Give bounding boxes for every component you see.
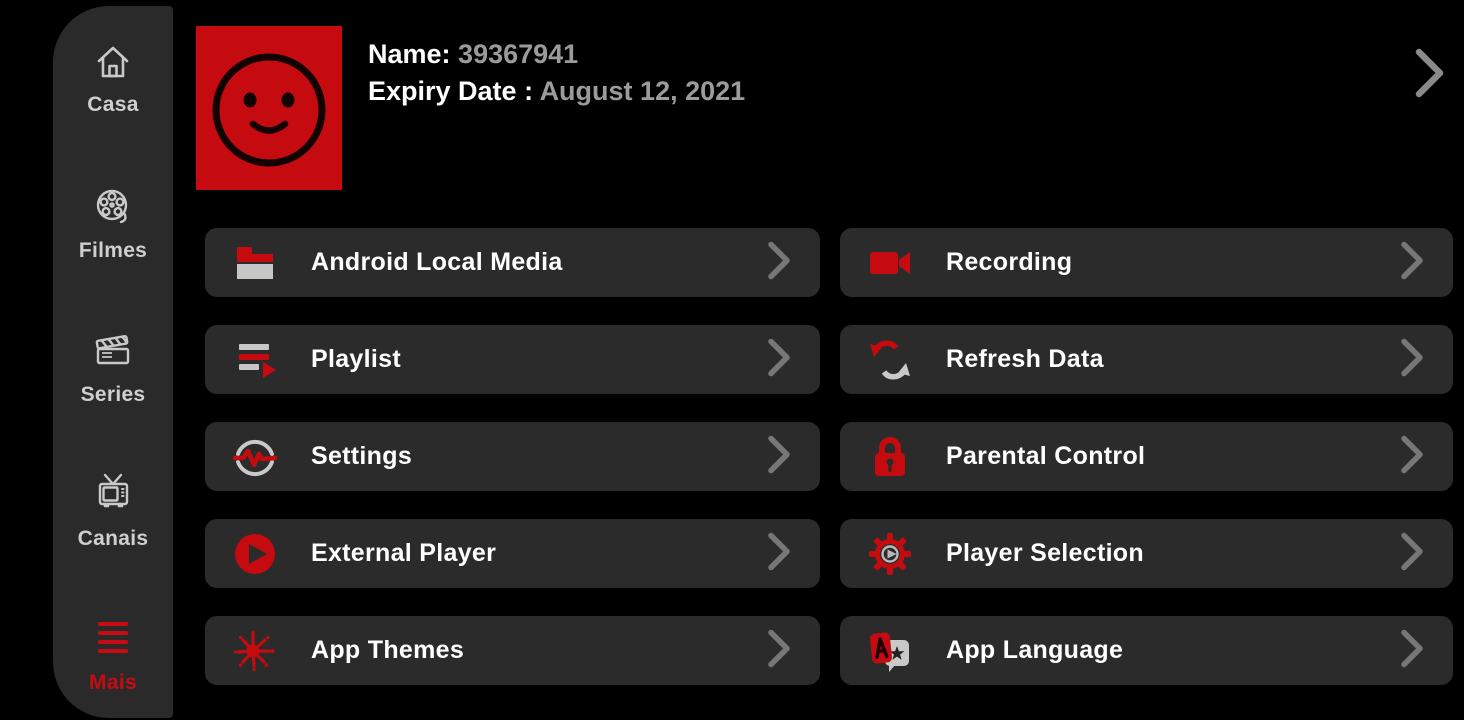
- tile-settings[interactable]: Settings: [205, 422, 820, 491]
- smiley-face-icon: [212, 53, 326, 167]
- chevron-right-icon: [766, 239, 794, 286]
- tile-label: Player Selection: [946, 539, 1144, 567]
- tile-label: App Themes: [311, 636, 465, 664]
- translate-icon: [868, 629, 912, 673]
- home-icon: [91, 42, 135, 87]
- chevron-right-icon: [1399, 336, 1427, 383]
- playlist-icon: [233, 338, 277, 382]
- sidebar-item-label: Mais: [89, 671, 137, 694]
- name-label: Name:: [368, 39, 451, 69]
- lock-icon: [868, 435, 912, 479]
- tile-label: Android Local Media: [311, 248, 563, 276]
- sidebar-item-filmes[interactable]: Filmes: [53, 186, 173, 263]
- clapperboard-icon: [90, 330, 136, 377]
- folder-icon: [233, 241, 277, 285]
- account-expiry-row: Expiry Date : August 12, 2021: [368, 73, 745, 110]
- sidebar-item-canais[interactable]: Canais: [53, 472, 173, 551]
- tv-icon: [90, 472, 136, 521]
- chevron-right-icon: [766, 627, 794, 674]
- account-name-row: Name: 39367941: [368, 36, 745, 73]
- sidebar-item-label: Canais: [77, 527, 149, 550]
- tile-label: App Language: [946, 636, 1124, 664]
- chevron-right-icon: [766, 433, 794, 480]
- tile-label: Settings: [311, 442, 413, 470]
- sidebar-item-mais[interactable]: Mais: [53, 618, 173, 695]
- video-camera-icon: [868, 241, 912, 285]
- tile-app-themes[interactable]: App Themes: [205, 616, 820, 685]
- expiry-label: Expiry Date :: [368, 76, 534, 106]
- sidebar-item-series[interactable]: Series: [53, 330, 173, 407]
- sidebar-item-label: Series: [80, 383, 146, 406]
- tile-label: External Player: [311, 539, 497, 567]
- sidebar-item-casa[interactable]: Casa: [53, 42, 173, 117]
- avatar[interactable]: [196, 26, 342, 190]
- sidebar-item-label: Filmes: [78, 239, 148, 262]
- chevron-right-icon: [1399, 530, 1427, 577]
- paint-splash-icon: [233, 629, 277, 673]
- film-reel-icon: [91, 186, 135, 233]
- chevron-right-icon: [766, 336, 794, 383]
- tile-player-selection[interactable]: Player Selection: [840, 519, 1453, 588]
- tile-label: Refresh Data: [946, 345, 1104, 373]
- expiry-value: August 12, 2021: [539, 76, 746, 106]
- refresh-icon: [868, 338, 912, 382]
- tile-refresh-data[interactable]: Refresh Data: [840, 325, 1453, 394]
- menu-grid: Android Local Media Recording Playlist R…: [205, 228, 1453, 685]
- tile-recording[interactable]: Recording: [840, 228, 1453, 297]
- tile-app-language[interactable]: App Language: [840, 616, 1453, 685]
- menu-icon: [90, 618, 136, 665]
- chevron-right-icon: [1399, 433, 1427, 480]
- chevron-right-icon: [766, 530, 794, 577]
- play-circle-icon: [233, 532, 277, 576]
- tile-label: Recording: [946, 248, 1073, 276]
- tile-label: Parental Control: [946, 442, 1146, 470]
- tile-label: Playlist: [311, 345, 401, 373]
- sidebar-item-label: Casa: [87, 93, 139, 116]
- account-info: Name: 39367941 Expiry Date : August 12, …: [368, 36, 745, 110]
- name-value: 39367941: [458, 39, 579, 69]
- tile-android-local-media[interactable]: Android Local Media: [205, 228, 820, 297]
- account-chevron-right-icon[interactable]: [1412, 46, 1448, 105]
- chevron-right-icon: [1399, 239, 1427, 286]
- tile-playlist[interactable]: Playlist: [205, 325, 820, 394]
- tile-external-player[interactable]: External Player: [205, 519, 820, 588]
- tile-parental-control[interactable]: Parental Control: [840, 422, 1453, 491]
- chevron-right-icon: [1399, 627, 1427, 674]
- pulse-gauge-icon: [231, 435, 279, 479]
- gear-play-icon: [868, 532, 912, 576]
- sidebar: Casa Filmes Series Canais Mais: [53, 6, 173, 718]
